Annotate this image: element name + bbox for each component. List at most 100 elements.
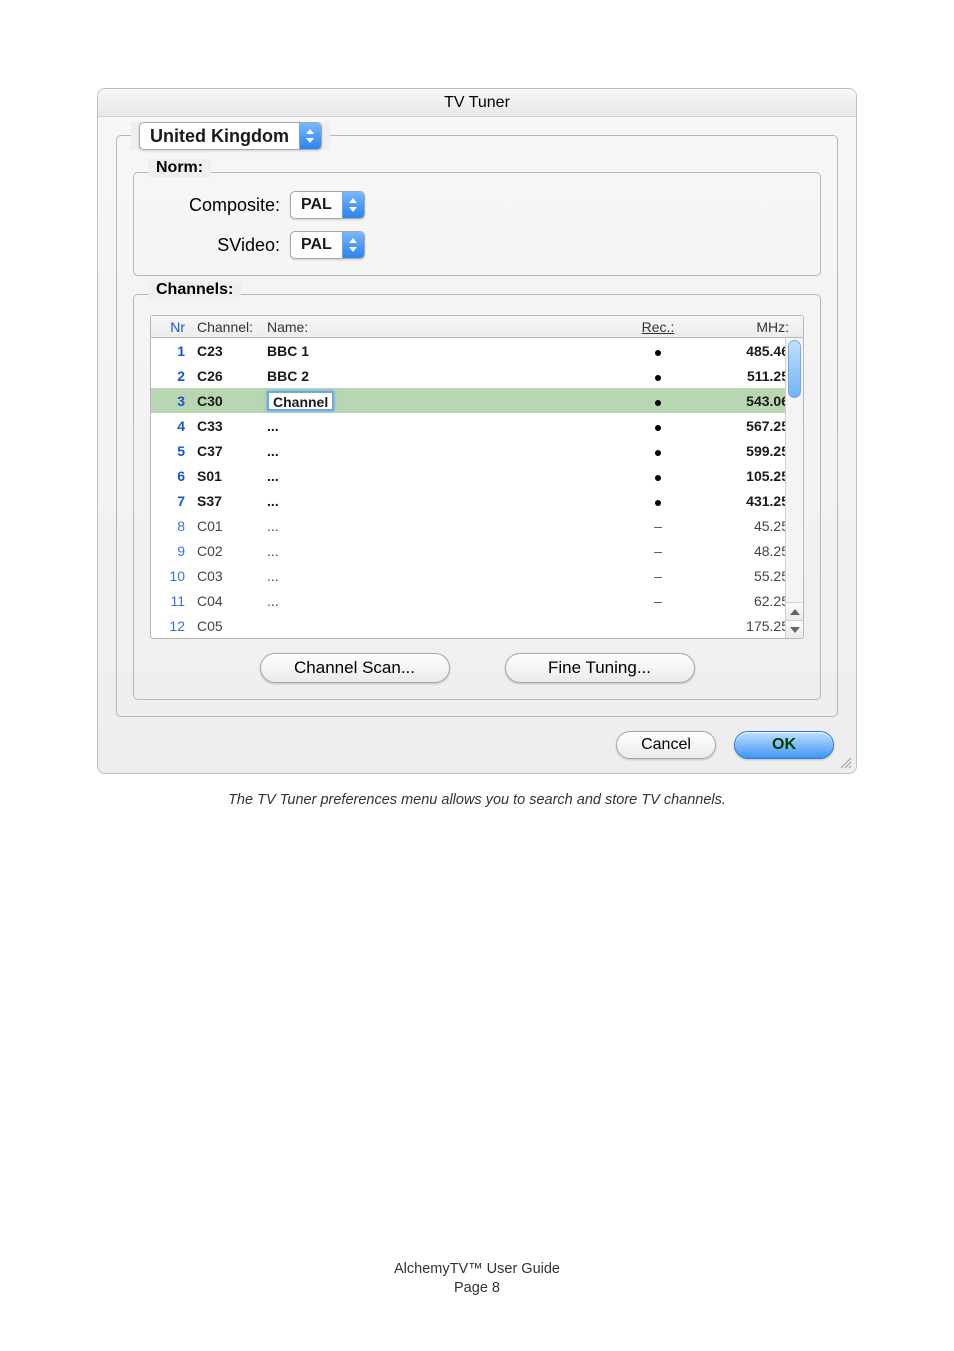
country-popup-value: United Kingdom	[140, 126, 299, 147]
cell-channel: C03	[191, 568, 261, 584]
cell-nr: 2	[151, 368, 191, 384]
cell-channel: C01	[191, 518, 261, 534]
cell-rec	[623, 468, 693, 484]
dash-icon: –	[654, 568, 662, 584]
composite-popup[interactable]: PAL	[290, 191, 365, 219]
cell-name[interactable]: BBC 2	[261, 368, 623, 384]
cell-rec: –	[623, 593, 693, 609]
col-header-mhz[interactable]: MHz:	[693, 319, 803, 335]
figure-caption: The TV Tuner preferences menu allows you…	[97, 792, 857, 808]
table-row[interactable]: 6S01...105.25	[151, 463, 803, 488]
channels-legend: Channels:	[148, 281, 241, 299]
cell-name[interactable]: ...	[261, 518, 623, 534]
footer-line-2: Page 8	[0, 1279, 954, 1299]
svideo-popup[interactable]: PAL	[290, 231, 365, 259]
table-row[interactable]: 9C02...–48.25	[151, 538, 803, 563]
cell-nr: 5	[151, 443, 191, 459]
cell-name[interactable]: ...	[261, 443, 623, 459]
table-row[interactable]: 12C05175.25	[151, 613, 803, 638]
cell-channel: S37	[191, 493, 261, 509]
composite-popup-value: PAL	[291, 196, 342, 214]
cell-rec: –	[623, 518, 693, 534]
updown-arrows-icon	[342, 192, 364, 218]
dot-icon	[655, 500, 661, 506]
cell-name[interactable]: ...	[261, 568, 623, 584]
ok-button[interactable]: OK	[734, 731, 834, 759]
cell-rec: –	[623, 568, 693, 584]
dot-icon	[655, 425, 661, 431]
cell-rec	[623, 343, 693, 359]
svideo-label: SVideo:	[150, 235, 280, 256]
cell-channel: C02	[191, 543, 261, 559]
cell-channel: C04	[191, 593, 261, 609]
scroll-thumb[interactable]	[788, 340, 801, 398]
cell-nr: 3	[151, 393, 191, 409]
dot-icon	[655, 475, 661, 481]
channels-body: 1C23BBC 1485.462C26BBC 2511.25 3C30 Channe…	[151, 338, 803, 638]
cell-nr: 12	[151, 618, 191, 634]
svideo-popup-value: PAL	[291, 236, 342, 254]
dash-icon: –	[654, 518, 662, 534]
tv-tuner-window: TV Tuner United Kingdom Norm:	[97, 88, 857, 774]
channel-name-input[interactable]: Channel	[267, 391, 334, 411]
chevron-up-icon	[790, 609, 800, 615]
scroll-up-button[interactable]	[786, 602, 803, 620]
cell-channel: C30	[191, 393, 261, 409]
cell-name[interactable]: BBC 1	[261, 343, 623, 359]
channels-table-header: Nr Channel: Name: Rec.: MHz:	[151, 316, 803, 338]
cell-nr: 7	[151, 493, 191, 509]
cell-nr: 11	[151, 593, 191, 609]
dot-icon	[655, 400, 661, 406]
cell-name[interactable]: ...	[261, 543, 623, 559]
cell-name[interactable]: ...	[261, 593, 623, 609]
cell-name[interactable]: ...	[261, 468, 623, 484]
footer-line-1: AlchemyTV™ User Guide	[0, 1260, 954, 1280]
dot-icon	[655, 350, 661, 356]
table-row[interactable]: 3C30Channel543.06	[151, 388, 803, 413]
table-row[interactable]: 2C26BBC 2511.25	[151, 363, 803, 388]
col-header-channel[interactable]: Channel:	[191, 319, 261, 335]
table-row[interactable]: 11C04...–62.25	[151, 588, 803, 613]
dash-icon: –	[654, 593, 662, 609]
col-header-name[interactable]: Name:	[261, 319, 623, 335]
scroll-down-button[interactable]	[786, 620, 803, 638]
cell-name[interactable]: ...	[261, 493, 623, 509]
table-row[interactable]: 1C23BBC 1485.46	[151, 338, 803, 363]
col-header-rec[interactable]: Rec.:	[623, 319, 693, 335]
channels-table: Nr Channel: Name: Rec.: MHz: 1C23BBC 148…	[150, 315, 804, 639]
table-row[interactable]: 8C01...–45.25	[151, 513, 803, 538]
cell-rec	[623, 493, 693, 509]
cell-name[interactable]: ...	[261, 418, 623, 434]
table-row[interactable]: 7S37...431.25	[151, 488, 803, 513]
cell-rec	[623, 368, 693, 384]
channel-scan-button[interactable]: Channel Scan...	[260, 653, 450, 683]
cell-channel: C23	[191, 343, 261, 359]
table-row[interactable]: 4C33...567.25	[151, 413, 803, 438]
resize-grip-icon[interactable]	[838, 755, 852, 769]
dot-icon	[655, 375, 661, 381]
cell-rec	[623, 418, 693, 434]
fine-tuning-button[interactable]: Fine Tuning...	[505, 653, 695, 683]
cancel-button[interactable]: Cancel	[616, 731, 716, 759]
updown-arrows-icon	[342, 232, 364, 258]
cell-nr: 6	[151, 468, 191, 484]
dot-icon	[655, 450, 661, 456]
country-popup[interactable]: United Kingdom	[139, 122, 322, 150]
table-row[interactable]: 5C37...599.25	[151, 438, 803, 463]
norm-group: Norm: Composite: PAL	[133, 172, 821, 276]
cell-channel: C05	[191, 618, 261, 634]
country-group: United Kingdom Norm: Composite:	[116, 135, 838, 717]
cell-nr: 8	[151, 518, 191, 534]
channels-group: Channels: Nr Channel: Name: Rec.: MHz: 1…	[133, 294, 821, 700]
col-header-nr[interactable]: Nr	[151, 319, 191, 335]
cell-rec	[623, 443, 693, 459]
cell-name[interactable]: Channel	[261, 391, 623, 411]
channels-scrollbar[interactable]	[785, 338, 803, 638]
norm-legend: Norm:	[148, 159, 211, 177]
page-footer: AlchemyTV™ User Guide Page 8	[0, 1260, 954, 1299]
cell-channel: C26	[191, 368, 261, 384]
cell-rec	[623, 393, 693, 409]
cell-nr: 1	[151, 343, 191, 359]
cell-channel: C37	[191, 443, 261, 459]
table-row[interactable]: 10C03...–55.25	[151, 563, 803, 588]
